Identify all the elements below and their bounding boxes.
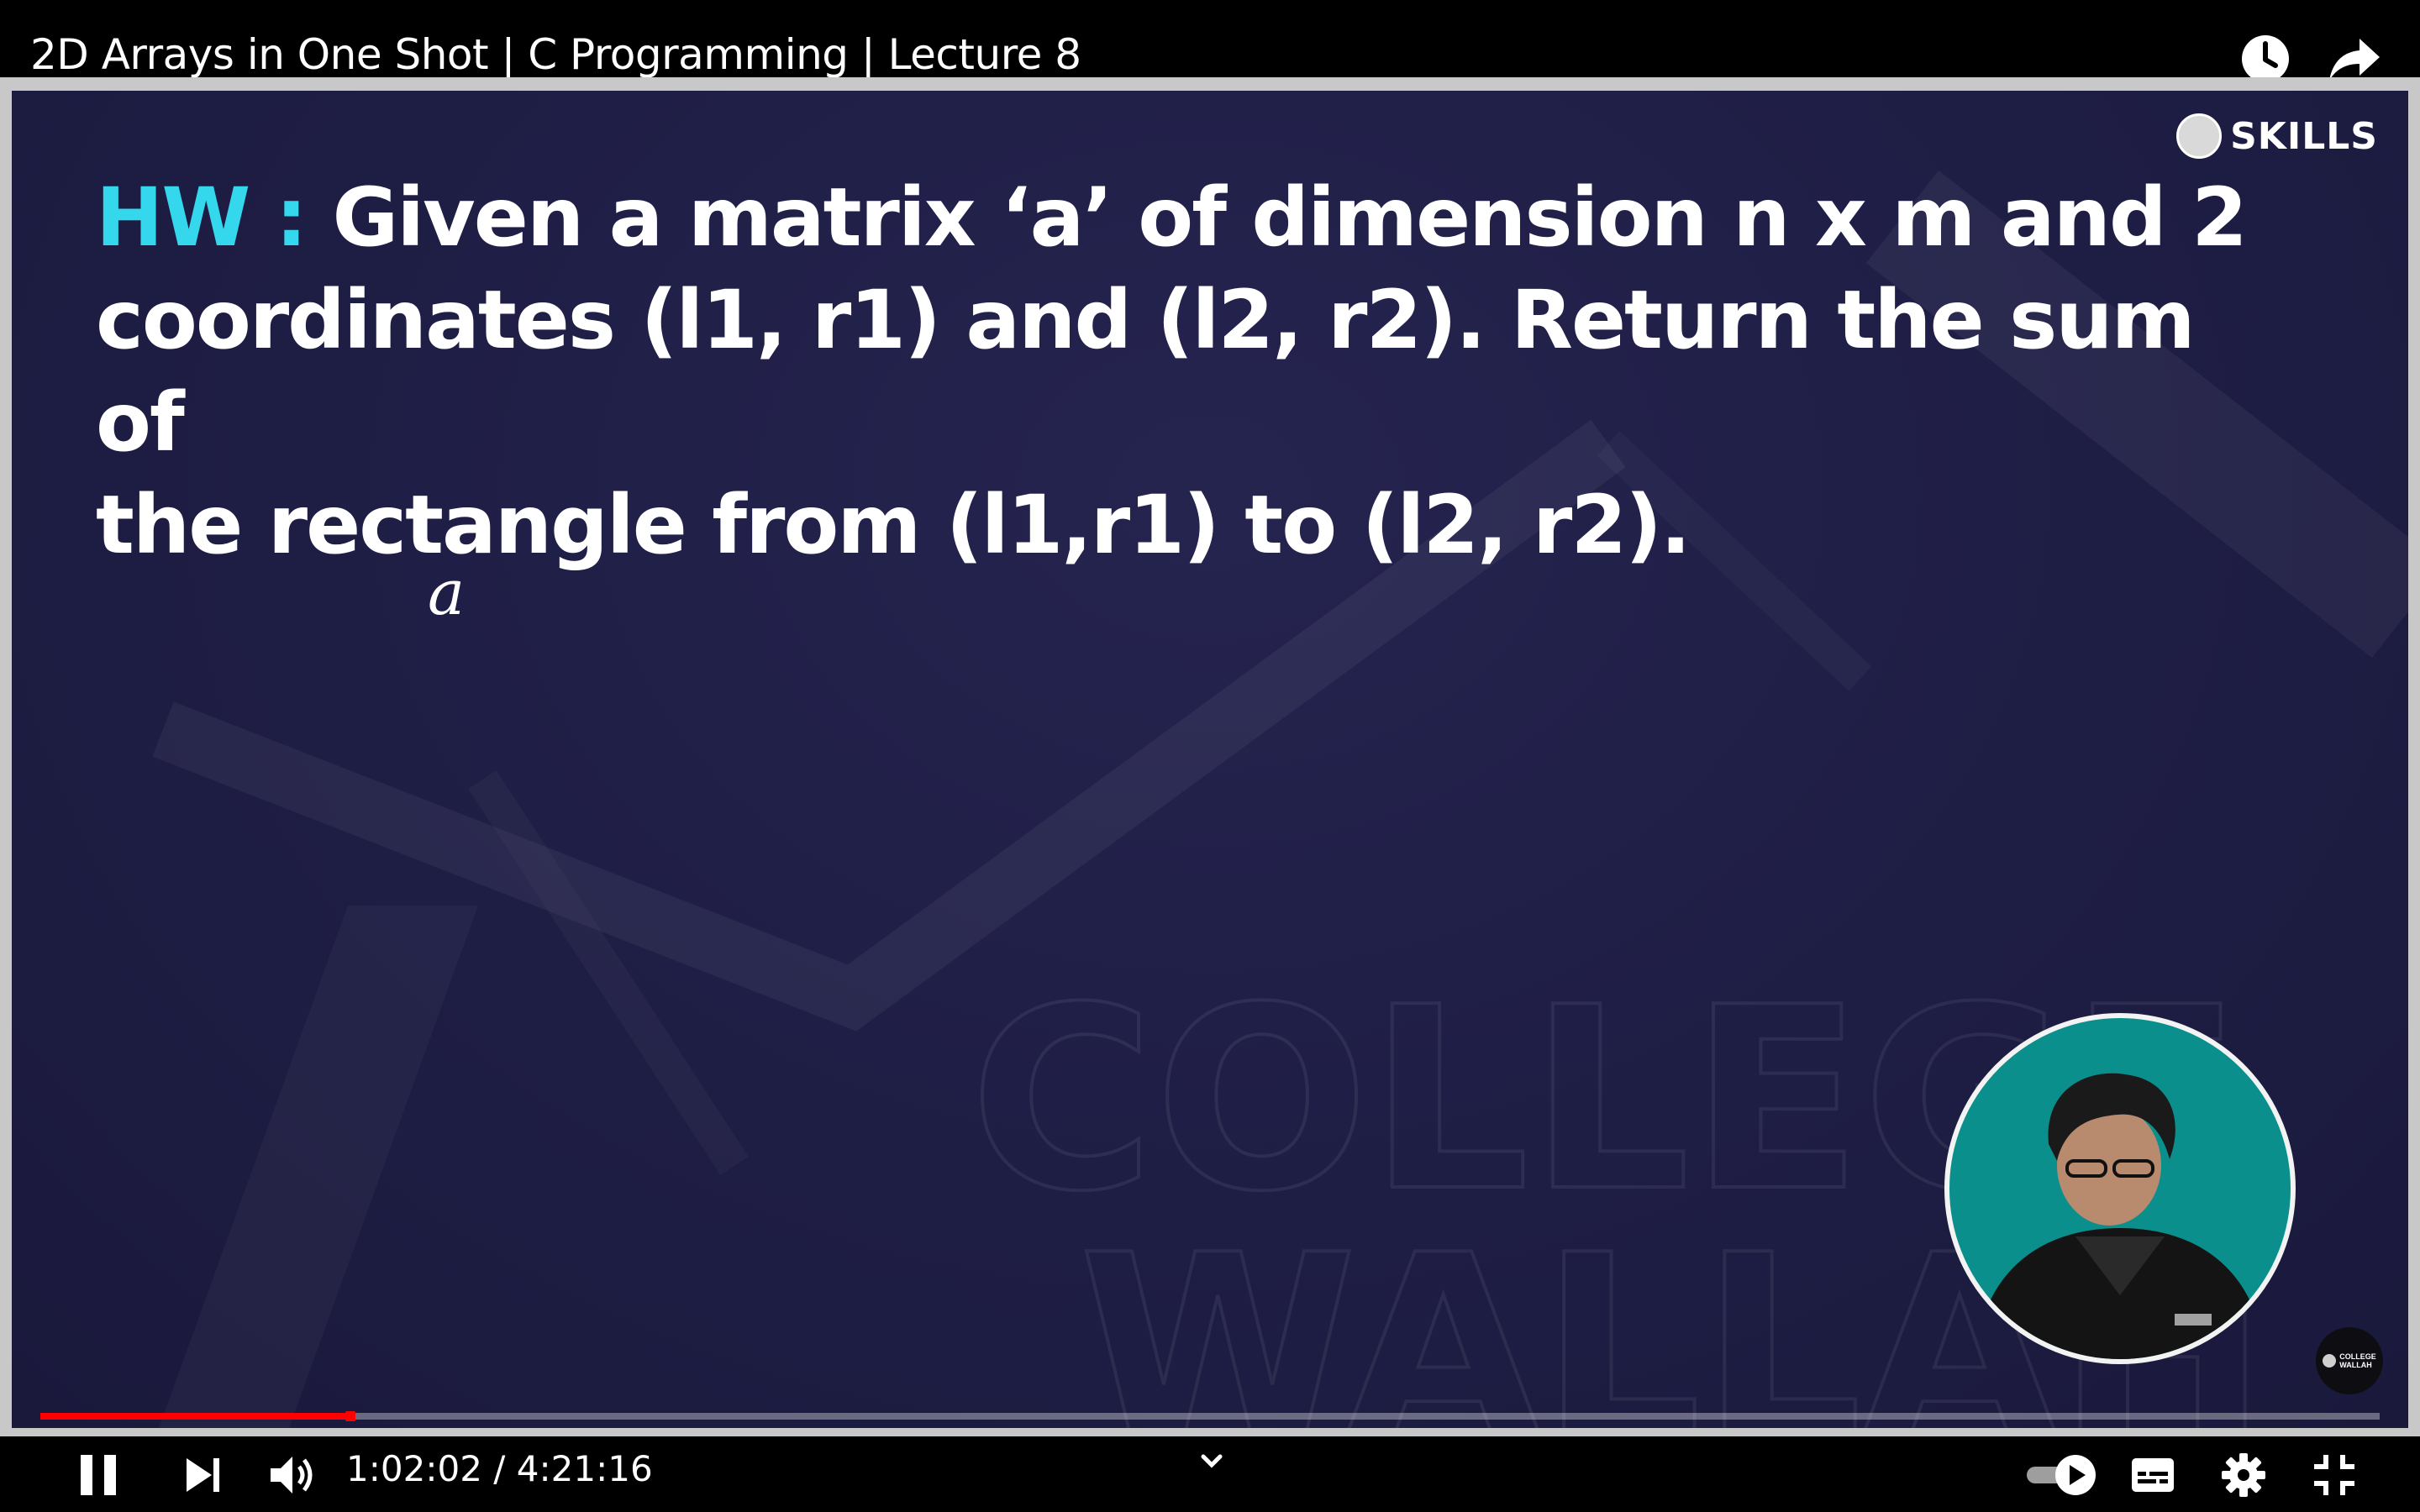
hw-line-1: HW : Given a matrix ‘a’ of dimension n x… xyxy=(96,166,2281,269)
pause-icon[interactable] xyxy=(74,1450,124,1500)
pw-logo-icon xyxy=(2176,113,2223,159)
exit-fullscreen-icon[interactable] xyxy=(2311,1452,2358,1499)
hw-line-3: the rectangle from (l1,r1) to (l2, r2). xyxy=(96,478,1691,572)
homework-question: HW : Given a matrix ‘a’ of dimension n x… xyxy=(96,166,2281,576)
college-wallah-logo-icon xyxy=(2323,1354,2337,1368)
college-wallah-badge: COLLEGE WALLAH xyxy=(2316,1327,2383,1394)
top-bar: 2D Arrays in One Shot | C Programming | … xyxy=(0,0,2420,84)
time-display: 1:02:02 / 4:21:16 xyxy=(346,1448,653,1489)
next-icon[interactable] xyxy=(178,1450,229,1500)
video-canvas[interactable]: COLLEGE WALLAH SKILLS HW : Given a matri… xyxy=(12,91,2408,1428)
subtitles-icon[interactable] xyxy=(2129,1452,2176,1499)
autoplay-toggle-icon[interactable] xyxy=(2023,1453,2097,1497)
badge-line-1: COLLEGE xyxy=(2339,1352,2376,1361)
presenter-webcam xyxy=(1944,1013,2296,1364)
progress-scrubber[interactable] xyxy=(345,1411,355,1421)
skills-label: SKILLS xyxy=(2230,114,2378,158)
chevron-down-icon[interactable] xyxy=(1195,1446,1228,1477)
gear-icon[interactable] xyxy=(2220,1452,2267,1499)
skills-brand: SKILLS xyxy=(2176,109,2378,163)
volume-icon[interactable] xyxy=(266,1450,319,1500)
hw-label: HW : xyxy=(96,171,308,265)
presenter-avatar xyxy=(1975,1073,2265,1359)
progress-played xyxy=(40,1413,347,1420)
handwritten-a: a xyxy=(428,557,466,629)
progress-bar[interactable] xyxy=(40,1411,2380,1421)
hw-line-1-text: Given a matrix ‘a’ of dimension n x m an… xyxy=(332,171,2247,265)
hw-line-2: coordinates (l1, r1) and (l2, r2). Retur… xyxy=(96,273,2196,470)
badge-line-2: WALLAH xyxy=(2339,1361,2372,1369)
video-title[interactable]: 2D Arrays in One Shot | C Programming | … xyxy=(30,30,1081,79)
